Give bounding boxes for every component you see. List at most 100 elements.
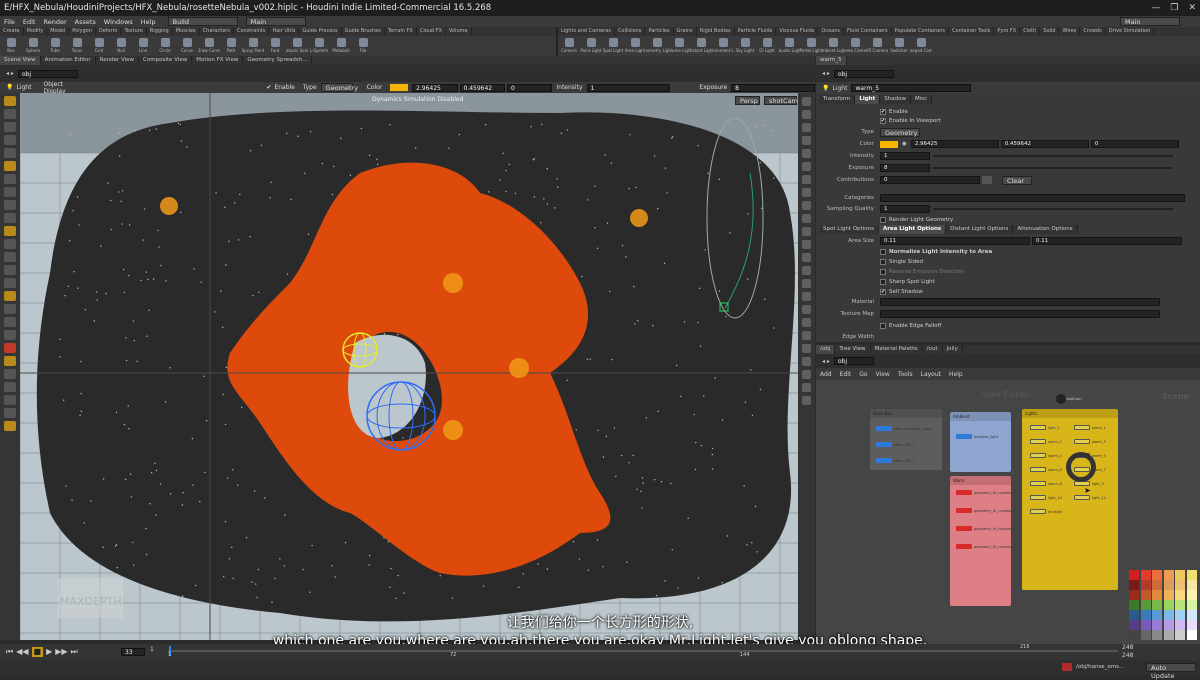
- shelf-tab[interactable]: Deform: [96, 27, 122, 36]
- network-menu-item[interactable]: Layout: [917, 371, 945, 378]
- palette-swatch[interactable]: [1140, 590, 1151, 600]
- shelf-tool-button[interactable]: Gamepad Camera: [910, 36, 932, 56]
- shelf-tab[interactable]: Viscous Fluids: [776, 27, 819, 36]
- color-g-param[interactable]: 0.459642: [1000, 140, 1089, 148]
- prev-key-button[interactable]: ◀◀: [16, 647, 28, 657]
- network-node[interactable]: [956, 434, 972, 439]
- color-swatch[interactable]: [390, 84, 409, 91]
- network-node[interactable]: [956, 490, 972, 495]
- viewport-tool-button[interactable]: [4, 382, 16, 392]
- scene-viewport[interactable]: MAXDEPTH MAXDEPTH Dynamics Simulation Di…: [20, 93, 798, 640]
- enable-checkbox[interactable]: ✔: [880, 109, 886, 115]
- display-option-button[interactable]: [802, 344, 811, 353]
- display-option-button[interactable]: [802, 318, 811, 327]
- param-node-name[interactable]: warm_5: [851, 84, 972, 92]
- enable-checkbox[interactable]: ✔: [266, 84, 271, 91]
- shelf-tool-button[interactable]: Grid: [88, 36, 110, 56]
- viewport-tool-button[interactable]: [4, 135, 16, 145]
- shelf-tool-button[interactable]: VR Camera: [866, 36, 888, 56]
- contributions-add-button[interactable]: [982, 176, 992, 184]
- palette-swatch[interactable]: [1129, 600, 1139, 610]
- color-g-field[interactable]: 0.459642: [459, 83, 505, 92]
- self-shadow-checkbox[interactable]: ✔: [880, 289, 886, 295]
- viewport-tool-button[interactable]: [4, 161, 16, 171]
- shelf-tool-button[interactable]: Stereo Camera: [844, 36, 866, 56]
- display-option-button[interactable]: [802, 370, 811, 379]
- back-icon[interactable]: ◂ ▸: [822, 358, 830, 365]
- shelf-tab[interactable]: Drive Simulation: [1106, 27, 1155, 36]
- shelf-tool-button[interactable]: Switcher: [888, 36, 910, 56]
- viewport-tool-button[interactable]: [4, 395, 16, 405]
- view-mode-dropdown[interactable]: Persp: [735, 96, 760, 105]
- shelf-tab[interactable]: Populate Containers: [892, 27, 949, 36]
- shelf-tool-button[interactable]: Portal Light: [800, 36, 822, 56]
- viewport-tool-button[interactable]: [4, 421, 16, 431]
- material-field[interactable]: [880, 298, 1160, 306]
- viewport-tool-button[interactable]: [4, 109, 16, 119]
- intensity-field[interactable]: 1: [586, 83, 671, 92]
- minimize-icon[interactable]: —: [1151, 0, 1160, 16]
- tab-warm-5[interactable]: warm_5: [816, 56, 847, 65]
- light-gizmo-icon[interactable]: [509, 358, 529, 378]
- network-tab[interactable]: Tree View: [835, 345, 871, 354]
- network-menu-item[interactable]: Tools: [894, 371, 917, 378]
- light-gizmo-icon[interactable]: [443, 420, 463, 440]
- viewport-tool-button[interactable]: [4, 252, 16, 262]
- stop-button[interactable]: ■: [31, 647, 44, 657]
- viewport-tool-button[interactable]: [4, 148, 16, 158]
- network-node[interactable]: [956, 544, 972, 549]
- network-node[interactable]: [876, 458, 892, 463]
- viewport-tool-button[interactable]: [4, 96, 16, 106]
- shelf-tab[interactable]: Terrain FX: [385, 27, 417, 36]
- categories-field[interactable]: [880, 194, 1185, 202]
- network-node[interactable]: [1074, 495, 1090, 500]
- param-tab[interactable]: Transform: [819, 95, 856, 104]
- network-node[interactable]: [1030, 425, 1046, 430]
- shelf-tool-button[interactable]: Curve: [176, 36, 198, 56]
- display-option-button[interactable]: [802, 201, 811, 210]
- render-geo-checkbox[interactable]: [880, 217, 886, 223]
- single-sided-checkbox[interactable]: [880, 259, 886, 265]
- viewport-tool-button[interactable]: [4, 356, 16, 366]
- display-option-button[interactable]: [802, 136, 811, 145]
- area-size-y[interactable]: 0.11: [1032, 237, 1182, 245]
- shelf-tool-button[interactable]: Metaball: [330, 36, 352, 56]
- palette-swatch[interactable]: [1186, 570, 1197, 580]
- area-size-x[interactable]: 0.11: [880, 237, 1030, 245]
- network-node[interactable]: [1030, 481, 1046, 486]
- viewport-tool-button[interactable]: [4, 330, 16, 340]
- param-tab[interactable]: Misc: [910, 95, 933, 104]
- palette-swatch[interactable]: [1163, 590, 1174, 600]
- menu-file[interactable]: File: [0, 18, 19, 26]
- shelf-tool-button[interactable]: Volume Light: [668, 36, 690, 56]
- desktop-dropdown[interactable]: Build: [167, 17, 238, 26]
- palette-swatch[interactable]: [1140, 580, 1151, 590]
- scene-pane-tab[interactable]: Render View: [96, 56, 140, 65]
- shelf-tool-button[interactable]: Environment Light: [712, 36, 734, 56]
- palette-swatch[interactable]: [1163, 570, 1174, 580]
- edge-falloff-checkbox[interactable]: [880, 323, 886, 329]
- radial-menu[interactable]: [1066, 452, 1096, 482]
- shelf-tab[interactable]: Fluid Containers: [844, 27, 892, 36]
- scene-pane-tab[interactable]: Animation Editor: [41, 56, 96, 65]
- display-option-button[interactable]: [802, 253, 811, 262]
- display-option-button[interactable]: [802, 357, 811, 366]
- shelf-tool-button[interactable]: L-System: [308, 36, 330, 56]
- texture-map-field[interactable]: [880, 310, 1160, 318]
- viewport-tool-button[interactable]: [4, 343, 16, 353]
- viewport-tool-button[interactable]: [4, 122, 16, 132]
- menu-edit[interactable]: Edit: [19, 18, 40, 26]
- display-option-button[interactable]: [802, 240, 811, 249]
- display-option-button[interactable]: [802, 383, 811, 392]
- scene-pane-tab[interactable]: Geometry Spreadsh...: [243, 56, 313, 65]
- palette-swatch[interactable]: [1129, 580, 1139, 590]
- shelf-tool-button[interactable]: Box: [0, 36, 22, 56]
- network-menu-item[interactable]: Edit: [836, 371, 856, 378]
- scene-pane-tab[interactable]: Motion FX View: [192, 56, 244, 65]
- shelf-tool-button[interactable]: Area Light: [624, 36, 646, 56]
- color-r-param[interactable]: 2.96425: [910, 140, 999, 148]
- network-tab[interactable]: Material Palette: [871, 345, 923, 354]
- shelf-tab[interactable]: Particles: [645, 27, 674, 36]
- normalize-checkbox[interactable]: [880, 249, 886, 255]
- menu-help[interactable]: Help: [137, 18, 160, 26]
